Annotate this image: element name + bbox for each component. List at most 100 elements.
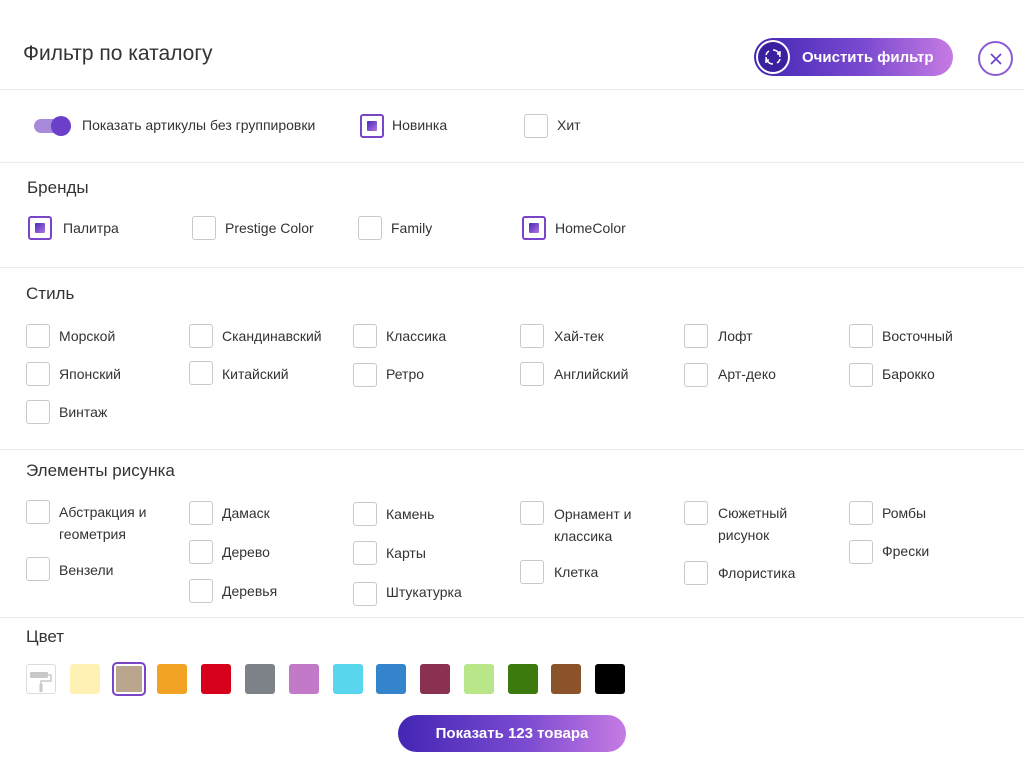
element-checkbox[interactable] (520, 560, 544, 584)
element-checkbox[interactable] (189, 579, 213, 603)
style-label: Восточный (882, 328, 953, 344)
style-label: Классика (386, 328, 447, 344)
color-swatch[interactable] (289, 664, 319, 694)
filter-header: Фильтр по каталогу Очистить фильтр (0, 0, 1024, 90)
element-checkbox[interactable] (684, 561, 708, 585)
ungroup-toggle[interactable] (34, 116, 72, 136)
element-label: классика (554, 528, 613, 544)
color-swatch[interactable] (551, 664, 581, 694)
style-label: Барокко (882, 366, 935, 382)
style-checkbox[interactable] (189, 361, 213, 385)
element-checkbox[interactable] (189, 540, 213, 564)
brand-checkbox-prestige-color[interactable] (192, 216, 216, 240)
color-swatch[interactable] (112, 662, 146, 696)
element-checkbox[interactable] (353, 502, 377, 526)
element-label: Клетка (554, 564, 599, 580)
brand-label: Family (391, 220, 433, 236)
show-products-button[interactable]: Показать 123 товара (398, 715, 626, 752)
brand-checkbox-palitra[interactable] (28, 216, 52, 240)
style-label: Хай-тек (554, 328, 604, 344)
style-checkbox[interactable] (189, 324, 213, 348)
style-label: Винтаж (59, 404, 108, 420)
divider (0, 89, 1024, 90)
element-label: Сюжетный (718, 505, 788, 521)
color-swatch[interactable] (376, 664, 406, 694)
brand-checkbox-homecolor[interactable] (522, 216, 546, 240)
element-checkbox[interactable] (684, 501, 708, 525)
new-label: Новинка (392, 117, 448, 133)
style-label: Китайский (222, 366, 289, 382)
ungroup-toggle-label: Показать артикулы без группировки (82, 117, 316, 133)
style-title: Стиль (26, 284, 75, 303)
element-checkbox[interactable] (849, 501, 873, 525)
hit-checkbox[interactable] (524, 114, 548, 138)
element-label: Дамаск (222, 505, 270, 521)
color-swatch[interactable] (245, 664, 275, 694)
element-checkbox[interactable] (520, 501, 544, 525)
paint-roller-icon (30, 672, 52, 692)
style-checkbox[interactable] (26, 324, 50, 348)
style-checkbox[interactable] (684, 324, 708, 348)
style-label: Скандинавский (222, 328, 322, 344)
style-checkbox[interactable] (26, 400, 50, 424)
color-swatch[interactable] (157, 664, 187, 694)
color-swatch[interactable] (333, 664, 363, 694)
style-checkbox[interactable] (520, 362, 544, 386)
page-title: Фильтр по каталогу (23, 42, 213, 65)
style-checkbox[interactable] (26, 362, 50, 386)
element-label: Вензели (59, 562, 114, 578)
element-label: Штукатурка (386, 584, 462, 600)
clear-filter-label: Очистить фильтр (802, 48, 934, 66)
element-checkbox[interactable] (353, 541, 377, 565)
refresh-icon (756, 40, 790, 74)
element-checkbox[interactable] (26, 500, 50, 524)
style-checkbox[interactable] (849, 363, 873, 387)
hit-label: Хит (557, 117, 581, 133)
element-label: Ромбы (882, 505, 927, 521)
style-label: Японский (59, 366, 121, 382)
brand-checkbox-family[interactable] (358, 216, 382, 240)
close-icon (989, 52, 1002, 65)
color-swatch[interactable] (420, 664, 450, 694)
color-title: Цвет (26, 627, 65, 646)
element-label: Флористика (718, 565, 796, 581)
element-label: Орнамент и (554, 506, 632, 522)
style-label: Ретро (386, 366, 425, 382)
clear-filter-button[interactable]: Очистить фильтр (754, 38, 953, 76)
style-checkbox[interactable] (849, 324, 873, 348)
style-checkbox[interactable] (520, 324, 544, 348)
style-checkbox[interactable] (684, 363, 708, 387)
color-swatch[interactable] (595, 664, 625, 694)
element-label: Дерево (222, 544, 270, 560)
style-label: Морской (59, 328, 116, 344)
element-label: Деревья (222, 583, 278, 599)
any-color-swatch[interactable] (26, 664, 56, 694)
close-button[interactable] (978, 41, 1013, 76)
color-swatch[interactable] (508, 664, 538, 694)
style-label: Лофт (718, 328, 753, 344)
brand-label: HomeColor (555, 220, 626, 236)
divider (0, 267, 1024, 268)
style-checkbox[interactable] (353, 363, 377, 387)
element-label: Абстракция и (59, 504, 147, 520)
divider (0, 617, 1024, 618)
element-checkbox[interactable] (26, 557, 50, 581)
color-swatch[interactable] (201, 664, 231, 694)
color-swatch[interactable] (70, 664, 100, 694)
divider (0, 449, 1024, 450)
brand-label: Палитра (63, 220, 119, 236)
element-label: Камень (386, 506, 435, 522)
style-checkbox[interactable] (353, 324, 377, 348)
element-label: Фрески (882, 543, 930, 559)
element-label: рисунок (718, 527, 770, 543)
elements-title: Элементы рисунка (26, 461, 175, 480)
style-label: Арт-деко (718, 366, 776, 382)
style-label: Английский (554, 366, 629, 382)
element-checkbox[interactable] (189, 501, 213, 525)
brands-title: Бренды (27, 178, 89, 197)
element-checkbox[interactable] (849, 540, 873, 564)
new-checkbox[interactable] (360, 114, 384, 138)
color-swatch[interactable] (464, 664, 494, 694)
brand-label: Prestige Color (225, 220, 314, 236)
element-checkbox[interactable] (353, 582, 377, 606)
